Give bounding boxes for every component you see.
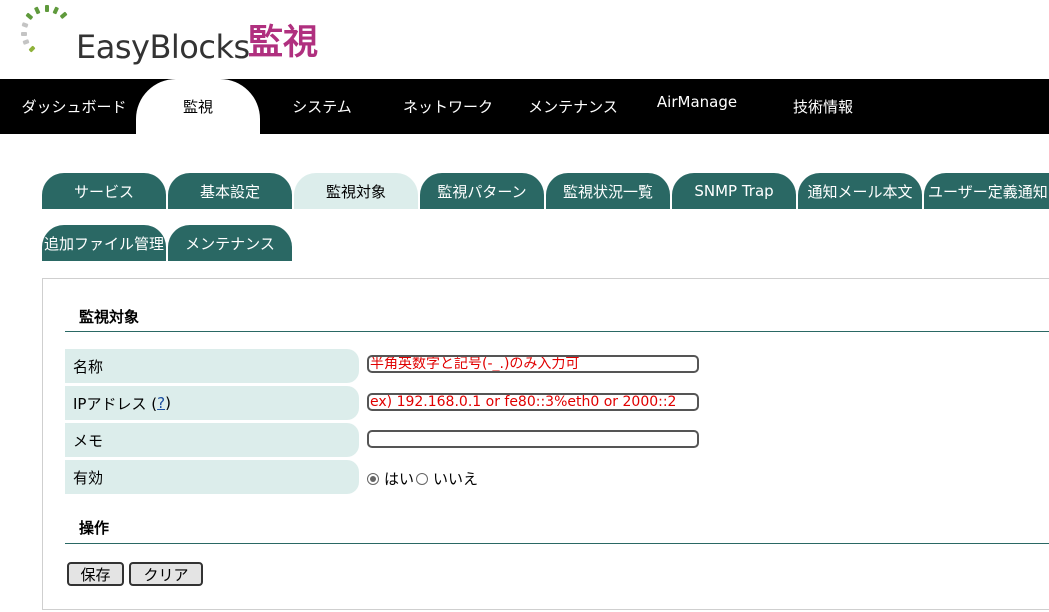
nav-airmanage[interactable]: AirManage [648,74,746,129]
tab-monitoring-patterns[interactable]: 監視パターン [420,173,544,209]
enabled-label: 有効 [65,460,359,494]
logo-text: EasyBlocks [76,28,250,66]
memo-label: メモ [65,423,359,457]
nav-tech-info[interactable]: 技術情報 [776,79,870,134]
name-label: 名称 [65,349,359,383]
name-input[interactable] [367,355,699,373]
top-navigation: ダッシュボード 監視 システム ネットワーク メンテナンス AirManage … [0,79,1049,134]
ip-label: IPアドレス (?) [65,386,359,420]
clear-button[interactable]: クリア [129,562,203,586]
section-divider [65,331,1049,332]
enabled-label-text: 有効 [73,468,104,487]
memo-label-text: メモ [73,431,104,450]
nav-dashboard[interactable]: ダッシュボード [10,79,138,134]
nav-maintenance[interactable]: メンテナンス [520,79,626,134]
memo-input[interactable] [367,430,699,448]
enabled-no-label[interactable]: いいえ [433,468,478,489]
tab-snmp-trap[interactable]: SNMP Trap [672,173,796,209]
tab-monitoring-targets[interactable]: 監視対象 [294,173,418,209]
tab-monitoring-status[interactable]: 監視状況一覧 [546,173,670,209]
tab-basic-settings[interactable]: 基本設定 [168,173,292,209]
section-title-actions: 操作 [79,519,110,537]
tab-service[interactable]: サービス [42,173,166,209]
page-title: 監視 [248,23,319,63]
ip-help-link[interactable]: ? [157,394,165,412]
save-button[interactable]: 保存 [67,562,124,586]
tab-additional-files[interactable]: 追加ファイル管理 [42,225,166,261]
tab-user-defined-notification[interactable]: ユーザー定義通知 [924,173,1049,209]
enabled-no-radio[interactable] [416,472,429,485]
section-title-target: 監視対象 [79,308,140,326]
settings-panel: 監視対象 名称 IPアドレス (?) メモ 有効 はい いいえ 操作 保存 クリ… [42,278,1049,610]
nav-monitoring[interactable]: 監視 [136,79,260,134]
nav-system[interactable]: システム [274,79,370,134]
enabled-yes-radio[interactable] [367,472,379,485]
logo-dots-icon [21,5,68,53]
name-label-text: 名称 [73,357,104,376]
enabled-radio-group: はい いいえ [367,468,478,489]
tab-maintenance[interactable]: メンテナンス [168,225,292,261]
ip-label-text: IPアドレス ( [73,394,158,413]
actions-divider [65,543,1049,544]
logo: EasyBlocks [20,4,250,66]
enabled-yes-label[interactable]: はい [384,468,414,489]
nav-network[interactable]: ネットワーク [392,79,504,134]
ip-input[interactable] [367,393,699,411]
tab-notification-mail[interactable]: 通知メール本文 [798,173,922,209]
ip-label-end: ) [165,394,171,412]
